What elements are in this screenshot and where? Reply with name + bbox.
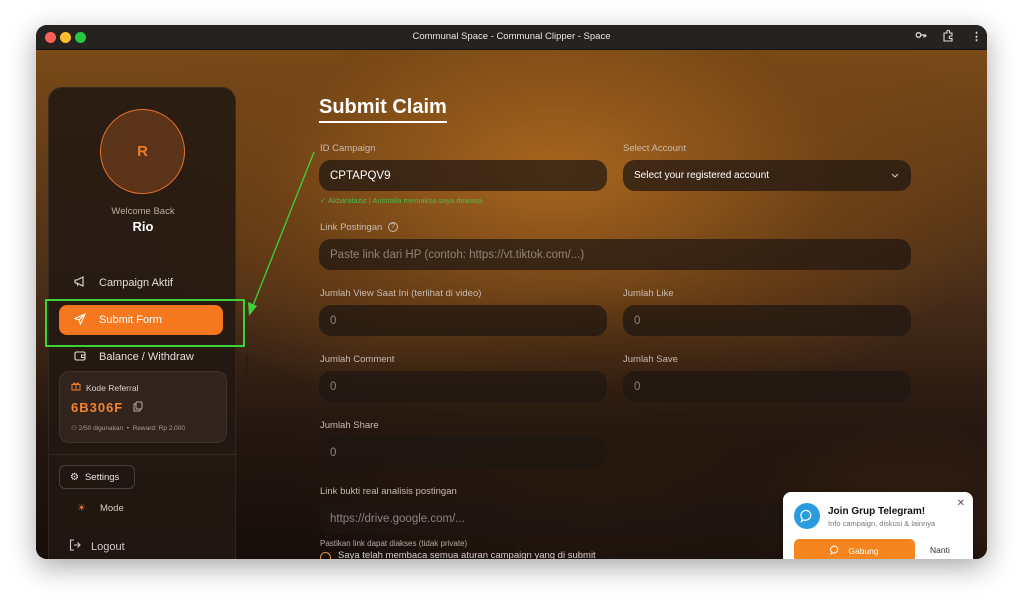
app-window: Communal Space - Communal Clipper - Spac… [36,25,987,559]
jumlah-comment-input[interactable]: 0 [319,371,607,402]
jumlah-share-value: 0 [330,446,337,459]
link-bukti-label: Link bukti real analisis postingan [320,486,457,497]
jumlah-view-input[interactable]: 0 [319,305,607,336]
jumlah-share-input[interactable]: 0 [319,437,607,468]
id-campaign-input[interactable]: CPTAPQV9 [319,160,607,191]
main-content: R Welcome Back Rio Campaign Aktif Submit… [36,50,987,559]
agreement-label: Saya telah membaca semua aturan campaign… [338,550,596,559]
toast-title: Join Grup Telegram! [828,506,926,517]
jumlah-save-value: 0 [634,380,641,393]
window-title: Communal Space - Communal Clipper - Spac… [412,31,611,42]
id-campaign-label: ID Campaign [320,143,376,154]
jumlah-save-input[interactable]: 0 [623,371,911,402]
jumlah-like-input[interactable]: 0 [623,305,911,336]
title-bar: Communal Space - Communal Clipper - Spac… [36,25,987,50]
later-button[interactable]: Nanti [930,545,950,555]
join-label: Gabung [848,545,879,556]
chat-icon [794,503,820,529]
more-vertical-icon[interactable]: ⋮ [971,30,982,43]
close-icon[interactable]: ✕ [957,498,965,509]
link-bukti-placeholder: https://drive.google.com/... [330,512,465,525]
extension-icon[interactable] [942,29,954,45]
campaign-hint: ✓ Akbaralaziz | Australia memaksa saya d… [320,196,483,205]
agreement-checkbox[interactable] [320,552,331,559]
id-campaign-value: CPTAPQV9 [330,169,391,182]
jumlah-like-value: 0 [634,314,641,327]
key-icon[interactable] [915,30,927,43]
page-title: Submit Claim [319,96,447,123]
jumlah-comment-value: 0 [330,380,337,393]
toast-subtitle: Info campaign, diskusi & lainnya [828,519,936,528]
help-icon[interactable]: ? [388,222,398,232]
jumlah-share-label: Jumlah Share [320,420,379,431]
jumlah-view-label: Jumlah View Saat Ini (terlihat di video) [320,288,482,299]
link-bukti-hint: Pastikan link dapat diakses (tidak priva… [320,539,468,548]
jumlah-save-label: Jumlah Save [623,354,678,365]
jumlah-like-label: Jumlah Like [623,288,674,299]
jumlah-view-value: 0 [330,314,337,327]
chevron-down-icon [891,171,899,180]
chat-bubble-icon [830,545,840,557]
select-account-value: Select your registered account [634,170,770,181]
telegram-toast: Join Grup Telegram! Info campaign, disku… [783,492,973,559]
link-postingan-placeholder: Paste link dari HP (contoh: https://vt.t… [330,248,585,261]
link-postingan-input[interactable]: Paste link dari HP (contoh: https://vt.t… [319,239,911,270]
select-account-dropdown[interactable]: Select your registered account [623,160,911,191]
jumlah-comment-label: Jumlah Comment [320,354,395,365]
join-telegram-button[interactable]: Gabung [794,539,915,559]
link-postingan-label: Link Postingan [320,222,383,233]
select-account-label: Select Account [623,143,686,154]
